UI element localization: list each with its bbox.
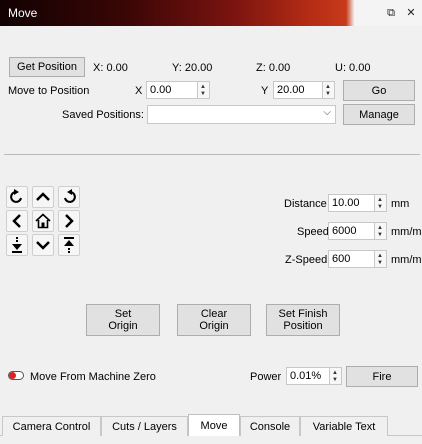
jog-z-up-icon[interactable] [58, 234, 80, 256]
rotate-ccw-icon[interactable] [6, 186, 28, 208]
move-from-machine-zero-label: Move From Machine Zero [30, 371, 156, 383]
power-value: 0.01% [290, 370, 322, 382]
spin-arrows-icon[interactable]: ▲ ▼ [374, 251, 386, 267]
move-y-value: 20.00 [277, 84, 305, 96]
distance-unit: mm [391, 198, 410, 210]
window-titlebar [0, 0, 422, 26]
go-button[interactable]: Go [343, 80, 415, 101]
fire-button[interactable]: Fire [346, 366, 418, 387]
jog-left-icon[interactable] [6, 210, 28, 232]
speed-unit: mm/m [391, 226, 422, 238]
speed-label: Speed [297, 226, 329, 238]
move-x-value: 0.00 [150, 84, 172, 96]
jog-down-icon[interactable] [32, 234, 54, 256]
move-y-spinbox[interactable]: 20.00 ▲ ▼ [273, 81, 335, 99]
saved-positions-dropdown[interactable]: ⌵ [147, 105, 336, 124]
speed-value: 6000 [332, 225, 357, 237]
chevron-down-icon: ⌵ [323, 107, 331, 118]
home-icon[interactable] [32, 210, 54, 232]
move-x-label: X [135, 85, 143, 97]
set-origin-line1: Set [114, 308, 132, 320]
distance-value: 10.00 [332, 197, 360, 209]
x-position-readout: X: 0.00 [93, 62, 128, 74]
close-icon[interactable]: ✕ [404, 6, 418, 20]
tab-cuts-layers[interactable]: Cuts / Layers [101, 416, 188, 436]
speed-spinbox[interactable]: 6000 ▲ ▼ [328, 222, 387, 240]
clear-origin-line2: Origin [199, 320, 229, 332]
z-position-readout: Z: 0.00 [256, 62, 291, 74]
tab-variable-text[interactable]: Variable Text [300, 416, 388, 436]
clear-origin-line1: Clear [200, 308, 228, 320]
set-finish-line1: Set Finish [278, 308, 328, 320]
window-title: Move [8, 6, 38, 20]
zspeed-value: 600 [332, 253, 351, 265]
spin-arrows-icon[interactable]: ▲ ▼ [374, 195, 386, 211]
toggle-knob [9, 372, 16, 379]
move-x-spinbox[interactable]: 0.00 ▲ ▼ [146, 81, 210, 99]
restore-icon[interactable]: ⧉ [384, 6, 398, 20]
move-from-machine-zero-toggle[interactable] [8, 371, 24, 380]
move-y-label: Y [261, 85, 269, 97]
spin-arrows-icon[interactable]: ▲ ▼ [322, 82, 334, 98]
u-position-readout: U: 0.00 [335, 62, 371, 74]
spin-arrows-icon[interactable]: ▲ ▼ [329, 368, 341, 384]
rotate-cw-icon[interactable] [58, 186, 80, 208]
zspeed-label: Z-Speed [285, 254, 328, 266]
get-position-button[interactable]: Get Position [9, 57, 85, 77]
power-spinbox[interactable]: 0.01% ▲ ▼ [286, 367, 342, 385]
saved-positions-label: Saved Positions: [62, 109, 144, 121]
tab-camera-control[interactable]: Camera Control [2, 416, 101, 436]
clear-origin-button[interactable]: Clear Origin [177, 304, 251, 336]
move-to-position-label: Move to Position [8, 85, 90, 97]
distance-spinbox[interactable]: 10.00 ▲ ▼ [328, 194, 387, 212]
jog-up-icon[interactable] [32, 186, 54, 208]
tab-move[interactable]: Move [188, 414, 240, 436]
jog-right-icon[interactable] [58, 210, 80, 232]
set-origin-line2: Origin [108, 320, 138, 332]
manage-button[interactable]: Manage [343, 104, 415, 125]
set-origin-button[interactable]: Set Origin [86, 304, 160, 336]
spin-arrows-icon[interactable]: ▲ ▼ [374, 223, 386, 239]
set-finish-position-button[interactable]: Set Finish Position [266, 304, 340, 336]
y-position-readout: Y: 20.00 [172, 62, 213, 74]
distance-label: Distance [284, 198, 327, 210]
tab-console[interactable]: Console [240, 416, 300, 436]
jog-z-down-icon[interactable] [6, 234, 28, 256]
set-finish-line2: Position [283, 320, 323, 332]
spin-arrows-icon[interactable]: ▲ ▼ [197, 82, 209, 98]
zspeed-unit: mm/m [391, 254, 422, 266]
section-divider [4, 154, 420, 155]
zspeed-spinbox[interactable]: 600 ▲ ▼ [328, 250, 387, 268]
power-label: Power [250, 371, 282, 383]
